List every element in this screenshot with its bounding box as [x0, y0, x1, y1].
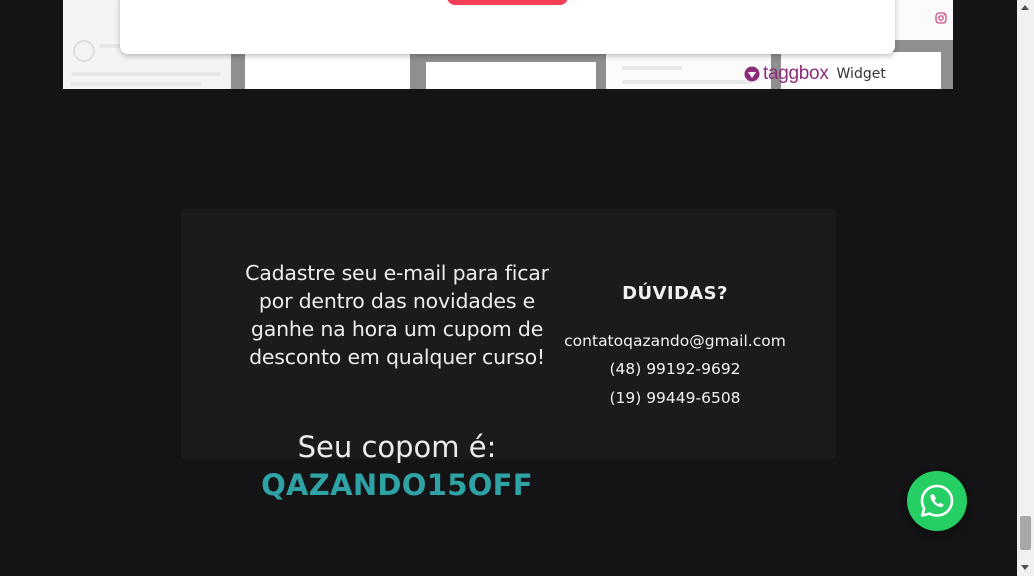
taggbox-badge[interactable]: taggbox Widget [744, 62, 886, 86]
placeholder-line [71, 82, 201, 86]
widget-popup-card [120, 0, 895, 54]
placeholder-line [622, 66, 682, 70]
scroll-down-arrow-icon[interactable] [1021, 565, 1029, 570]
whatsapp-button[interactable] [907, 471, 967, 531]
scroll-up-arrow-icon[interactable] [1021, 5, 1029, 10]
whatsapp-icon [920, 484, 954, 517]
placeholder-line [622, 80, 752, 84]
contact-email[interactable]: contatoqazando@gmail.com [545, 332, 805, 350]
scroll-thumb[interactable] [1020, 516, 1031, 550]
taggbox-brand: taggbox [763, 63, 829, 84]
coupon-code: QAZANDO15OFF [261, 468, 533, 502]
popup-action-button[interactable] [447, 0, 568, 5]
avatar [73, 40, 95, 62]
image-placeholder [424, 60, 598, 89]
placeholder-line [71, 72, 221, 76]
contact-phone-2[interactable]: (19) 99449-6508 [545, 389, 805, 407]
newsletter-text: Cadastre seu e-mail para ficar por dentr… [245, 261, 549, 369]
widget-label: Widget [836, 66, 886, 82]
coupon-label: Seu copom é: [297, 430, 497, 464]
taggbox-logo-icon [744, 66, 760, 82]
page-scrollbar[interactable] [1017, 0, 1034, 576]
contact-phone-1[interactable]: (48) 99192-9692 [545, 360, 805, 378]
contact-title: DÚVIDAS? [622, 283, 728, 304]
instagram-icon[interactable] [935, 12, 947, 24]
